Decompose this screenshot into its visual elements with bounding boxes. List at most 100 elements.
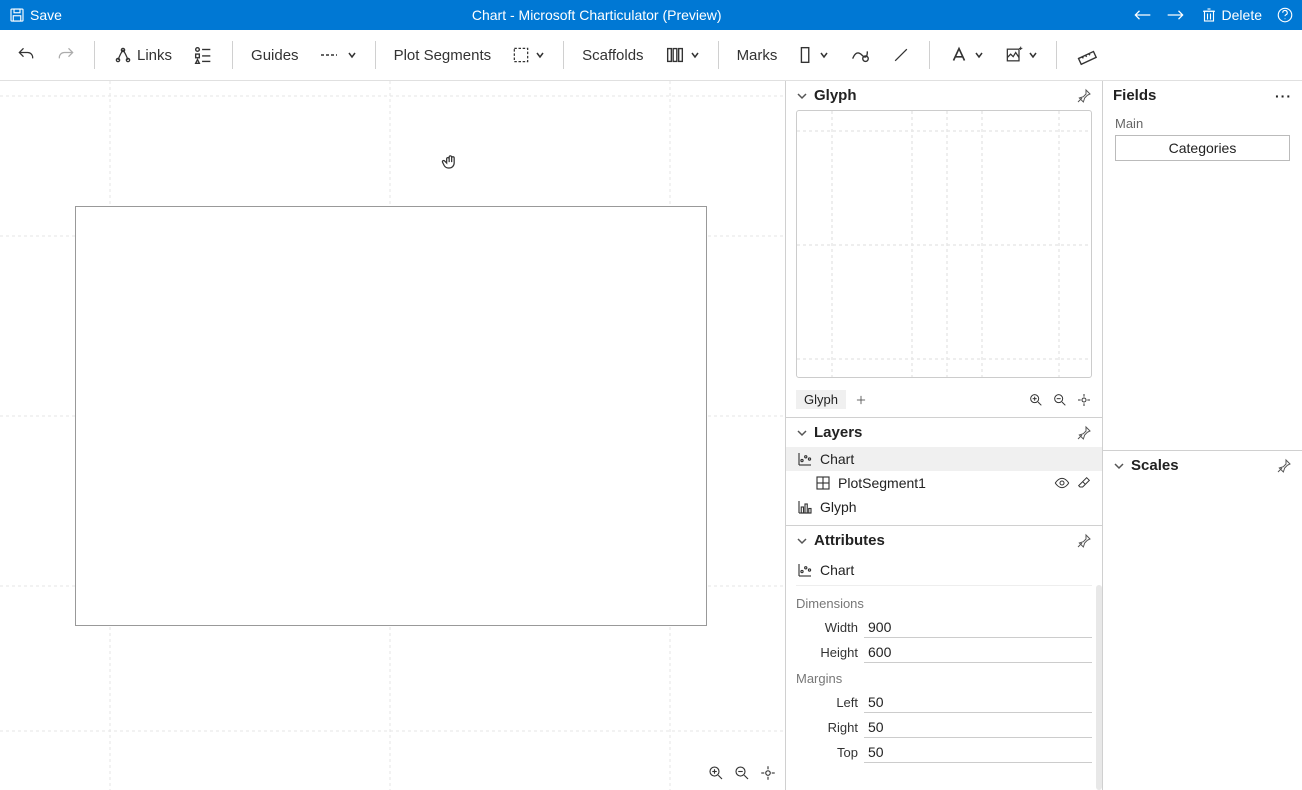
chevron-down-icon <box>535 50 545 60</box>
chevron-down-icon <box>690 50 700 60</box>
window-title: Chart - Microsoft Charticulator (Preview… <box>62 7 1132 23</box>
plus-icon[interactable] <box>854 393 868 407</box>
scales-body <box>1103 480 1302 790</box>
toolbar: Links Guides Plot Segments Scaffolds Mar… <box>0 30 1302 81</box>
field-categories[interactable]: Categories <box>1115 135 1290 161</box>
trash-icon <box>1200 6 1218 24</box>
redo-button[interactable] <box>50 41 82 69</box>
redo-arrow-icon[interactable] <box>1166 7 1186 23</box>
layers-list: Chart PlotSegment1 Glyph <box>786 447 1102 526</box>
fields-panel-header: Fields ··· <box>1103 81 1302 110</box>
region-button[interactable] <box>505 41 551 69</box>
marks-button[interactable]: Marks <box>731 43 784 68</box>
attributes-panel-title: Attributes <box>814 532 1070 549</box>
bar-chart-icon <box>796 498 814 516</box>
save-button[interactable]: Save <box>8 6 62 24</box>
zoom-fit-icon[interactable] <box>1076 392 1092 408</box>
height-input[interactable]: 600 <box>864 642 1092 663</box>
attributes-scrollbar[interactable] <box>1096 585 1102 790</box>
fields-more-button[interactable]: ··· <box>1275 88 1292 104</box>
delete-button[interactable]: Delete <box>1200 6 1262 24</box>
scales-panel-header[interactable]: Scales <box>1103 451 1302 480</box>
links-button[interactable]: Links <box>107 41 178 69</box>
fields-body: Main Categories <box>1103 110 1302 167</box>
mark-symbol-button[interactable] <box>843 40 877 70</box>
pin-icon[interactable] <box>1276 458 1292 474</box>
scaffolds-button[interactable]: Scaffolds <box>576 43 649 68</box>
mark-rect-button[interactable] <box>791 40 835 70</box>
grid-icon <box>814 474 832 492</box>
guides-label: Guides <box>251 47 299 64</box>
dashed-rect-icon <box>511 45 531 65</box>
scaffolds-label: Scaffolds <box>582 47 643 64</box>
layer-plotsegment[interactable]: PlotSegment1 <box>786 471 1102 495</box>
glyph-tab[interactable]: Glyph <box>796 390 846 409</box>
undo-arrow-icon[interactable] <box>1132 7 1152 23</box>
layer-chart[interactable]: Chart <box>786 447 1102 471</box>
chart-canvas-rect[interactable] <box>75 206 707 626</box>
height-label: Height <box>796 645 864 660</box>
glyph-editor[interactable] <box>796 110 1092 378</box>
help-icon[interactable] <box>1276 6 1294 24</box>
layer-glyph-label: Glyph <box>820 499 857 515</box>
layers-panel-header[interactable]: Layers <box>786 418 1102 447</box>
attributes-chart-label: Chart <box>820 562 854 578</box>
text-icon <box>948 44 970 66</box>
chevron-down-icon <box>796 535 808 547</box>
main-area: Glyph Glyph L <box>0 81 1302 790</box>
width-row: Width 900 <box>796 615 1092 640</box>
mark-line-button[interactable] <box>885 41 917 69</box>
chevron-down-icon <box>974 50 984 60</box>
save-label: Save <box>30 7 62 23</box>
chart-icon <box>796 561 814 579</box>
eraser-icon[interactable] <box>1076 475 1092 491</box>
columns-icon <box>664 44 686 66</box>
scaffold-columns-button[interactable] <box>658 40 706 70</box>
pin-icon[interactable] <box>1076 425 1092 441</box>
guides-line-button[interactable] <box>313 42 363 68</box>
width-input[interactable]: 900 <box>864 617 1092 638</box>
pin-icon[interactable] <box>1076 88 1092 104</box>
glyph-panel-header[interactable]: Glyph <box>786 81 1102 110</box>
legend-icon <box>192 44 214 66</box>
dashed-line-icon <box>319 46 343 64</box>
guides-button[interactable]: Guides <box>245 43 305 68</box>
links-icon <box>113 45 133 65</box>
zoom-in-icon[interactable] <box>707 764 725 782</box>
attributes-panel-header[interactable]: Attributes <box>786 526 1102 555</box>
far-right-panels: Fields ··· Main Categories Scales <box>1102 81 1302 790</box>
hand-cursor-icon <box>440 153 460 173</box>
height-row: Height 600 <box>796 640 1092 665</box>
canvas-area[interactable] <box>0 81 785 790</box>
attributes-body: Chart Dimensions Width 900 Height 600 Ma… <box>786 555 1102 790</box>
zoom-fit-icon[interactable] <box>759 764 777 782</box>
zoom-in-icon[interactable] <box>1028 392 1044 408</box>
undo-button[interactable] <box>10 41 42 69</box>
ruler-button[interactable] <box>1069 40 1103 70</box>
text-button[interactable] <box>942 40 990 70</box>
dimensions-group-label: Dimensions <box>796 590 1092 615</box>
layers-panel-title: Layers <box>814 424 1070 441</box>
canvas-zoom-controls <box>707 764 777 782</box>
delete-label: Delete <box>1222 7 1262 23</box>
marks-label: Marks <box>737 47 778 64</box>
zoom-out-icon[interactable] <box>733 764 751 782</box>
right-panels: Glyph Glyph L <box>785 81 1102 790</box>
pin-icon[interactable] <box>1076 533 1092 549</box>
chevron-down-icon <box>819 50 829 60</box>
plot-segments-button[interactable]: Plot Segments <box>388 43 498 68</box>
margin-left-input[interactable]: 50 <box>864 692 1092 713</box>
margin-right-label: Right <box>796 720 864 735</box>
margin-top-label: Top <box>796 745 864 760</box>
margin-top-input[interactable]: 50 <box>864 742 1092 763</box>
separator <box>929 41 930 69</box>
eye-icon[interactable] <box>1054 475 1070 491</box>
zoom-out-icon[interactable] <box>1052 392 1068 408</box>
legend-button[interactable] <box>186 40 220 70</box>
margin-top-row: Top 50 <box>796 740 1092 765</box>
icon-button[interactable] <box>998 41 1044 69</box>
separator <box>1056 41 1057 69</box>
margin-right-input[interactable]: 50 <box>864 717 1092 738</box>
layer-glyph[interactable]: Glyph <box>786 495 1102 519</box>
glyph-footer: Glyph <box>786 386 1102 418</box>
